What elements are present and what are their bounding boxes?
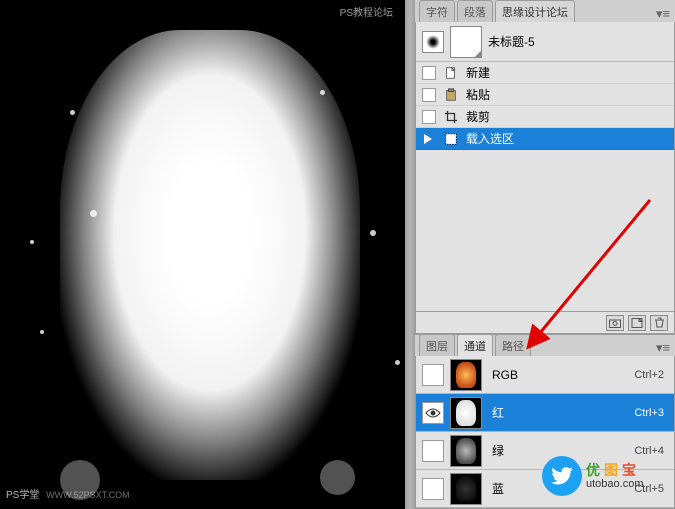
tab-character[interactable]: 字符 — [419, 0, 455, 22]
eye-icon — [425, 407, 441, 419]
panel-menu-icon[interactable]: ▾≡ — [655, 6, 671, 22]
watermark-bottom: PS学堂 WWW.52PSXT.COM — [6, 486, 130, 501]
document-title: 未标题-5 — [488, 33, 535, 50]
new-state-icon[interactable] — [628, 315, 646, 331]
visibility-toggle[interactable] — [422, 478, 444, 500]
history-panel-footer — [416, 311, 674, 333]
history-item-crop[interactable]: 裁剪 — [416, 106, 674, 128]
brush-icon — [422, 31, 444, 53]
visibility-toggle[interactable] — [422, 364, 444, 386]
channels-menu-icon[interactable]: ▾≡ — [655, 340, 671, 356]
snapshot-icon[interactable] — [606, 315, 624, 331]
paste-icon — [442, 87, 460, 103]
image-content — [60, 30, 360, 480]
channel-thumb — [450, 397, 482, 429]
channel-thumb — [450, 473, 482, 505]
tab-channels[interactable]: 通道 — [457, 334, 493, 356]
channel-red[interactable]: 红 Ctrl+3 — [416, 394, 674, 432]
visibility-toggle[interactable] — [422, 402, 444, 424]
tab-paragraph[interactable]: 段落 — [457, 0, 493, 22]
tab-paths[interactable]: 路径 — [495, 334, 531, 356]
divider — [405, 0, 415, 509]
document-state-row[interactable]: 未标题-5 — [416, 22, 674, 62]
channel-rgb[interactable]: RGB Ctrl+2 — [416, 356, 674, 394]
history-panel: 未标题-5 新建 粘贴 — [415, 22, 675, 334]
channels-panel-tabs: 图层 通道 路径 ▾≡ — [415, 334, 675, 356]
new-icon — [442, 65, 460, 81]
crop-icon — [442, 109, 460, 125]
tab-layers[interactable]: 图层 — [419, 334, 455, 356]
visibility-toggle[interactable] — [422, 440, 444, 462]
top-panel-tabs: 字符 段落 思缘设计论坛 ▾≡ — [415, 0, 675, 22]
history-item-load-selection[interactable]: 载入选区 — [416, 128, 674, 150]
tab-forum[interactable]: 思缘设计论坛 — [495, 0, 575, 22]
channel-thumb — [450, 435, 482, 467]
doc-thumb — [450, 26, 482, 58]
history-item-new[interactable]: 新建 — [416, 62, 674, 84]
bird-icon — [542, 456, 582, 496]
channel-thumb — [450, 359, 482, 391]
canvas-area[interactable]: PS教程论坛 PS学堂 WWW.52PSXT.COM — [0, 0, 405, 509]
history-item-paste[interactable]: 粘贴 — [416, 84, 674, 106]
trash-icon[interactable] — [650, 315, 668, 331]
selection-icon — [442, 131, 460, 147]
watermark-top: PS教程论坛 — [340, 4, 393, 19]
brand-watermark: 优图宝 utobao.com — [542, 453, 667, 499]
history-current-marker — [422, 132, 436, 146]
